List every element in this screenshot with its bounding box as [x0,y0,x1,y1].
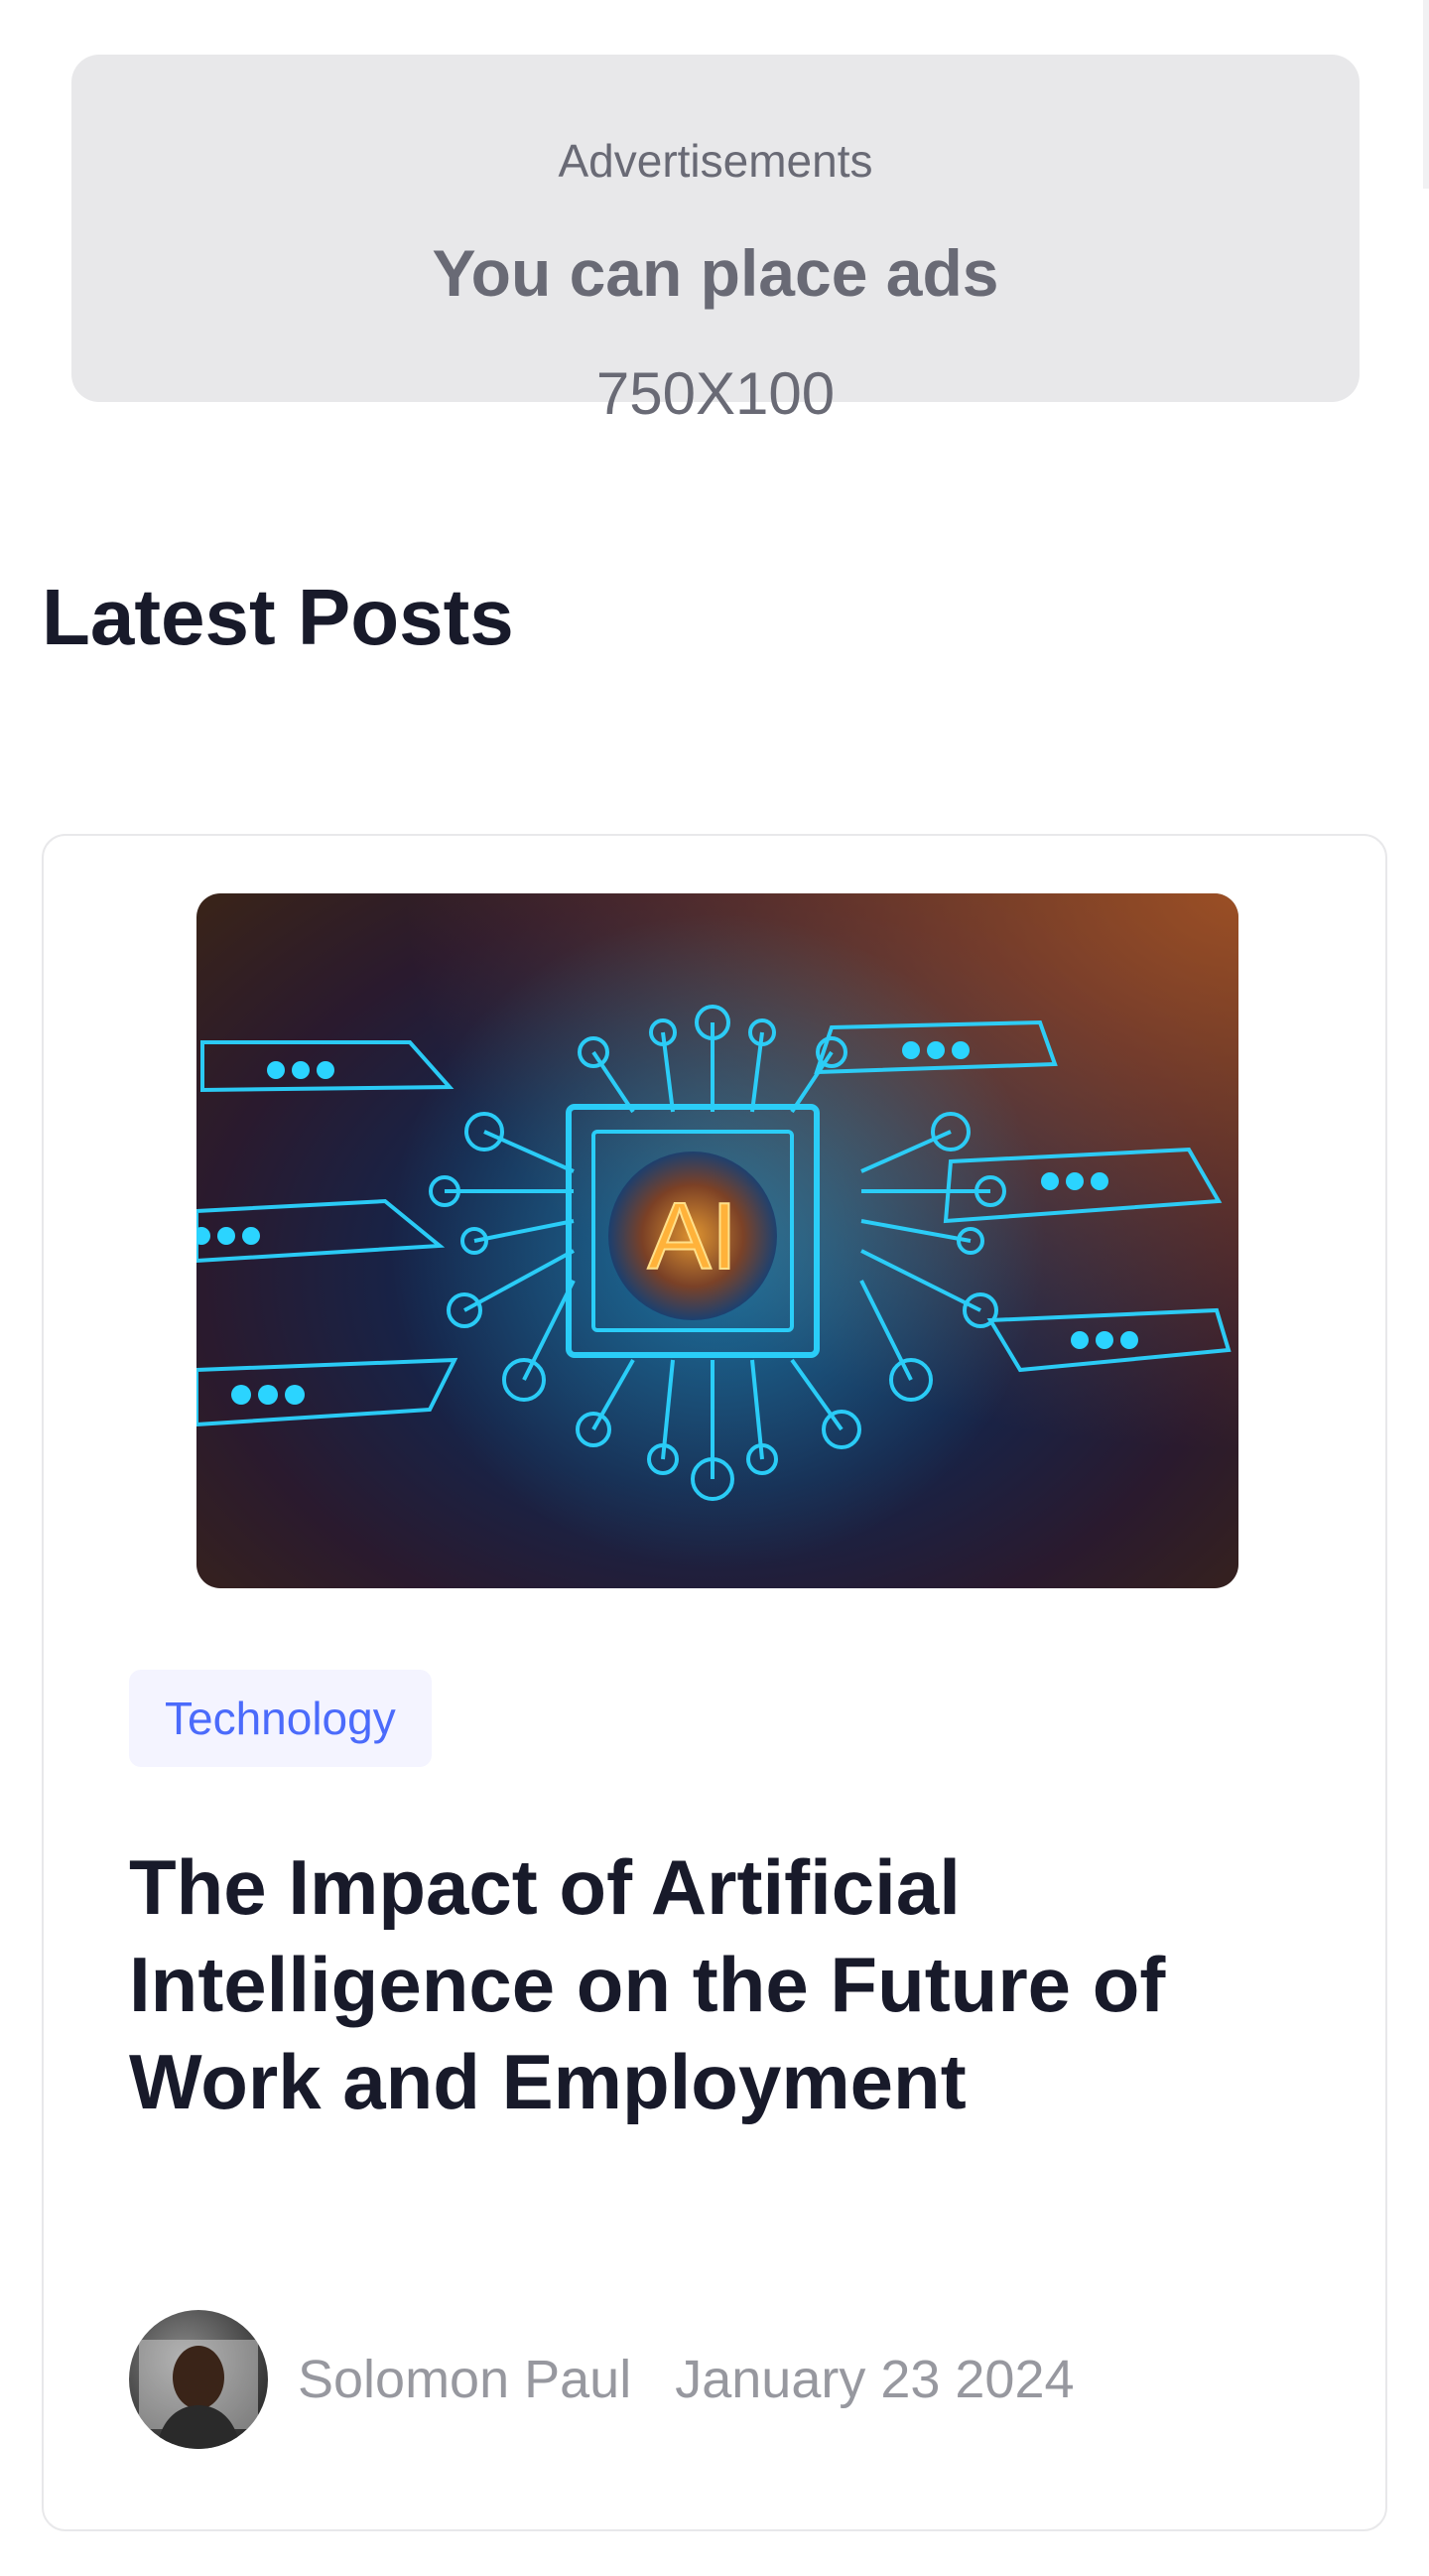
avatar-photo-icon [129,2310,268,2449]
post-card[interactable]: AI Technology The Impact of Artificial I… [42,834,1387,2531]
scrollbar[interactable] [1423,0,1429,189]
ad-label: Advertisements [558,135,873,187]
author-row: Solomon Paul January 23 2024 [129,2310,1075,2449]
avatar[interactable] [129,2310,268,2449]
category-badge[interactable]: Technology [129,1670,432,1767]
author-name[interactable]: Solomon Paul [298,2349,631,2410]
section-title: Latest Posts [42,573,514,661]
ad-size: 750X100 [595,360,836,427]
post-title[interactable]: The Impact of Artificial Intelligence on… [129,1838,1300,2130]
chip-label: AI [648,1183,738,1289]
ai-chip-illustration-icon: AI [196,893,1238,1588]
post-image[interactable]: AI [196,893,1238,1588]
ad-headline: You can place ads [432,236,999,310]
post-date: January 23 2024 [675,2350,1075,2409]
ad-banner[interactable]: Advertisements You can place ads 750X100 [71,55,1360,427]
